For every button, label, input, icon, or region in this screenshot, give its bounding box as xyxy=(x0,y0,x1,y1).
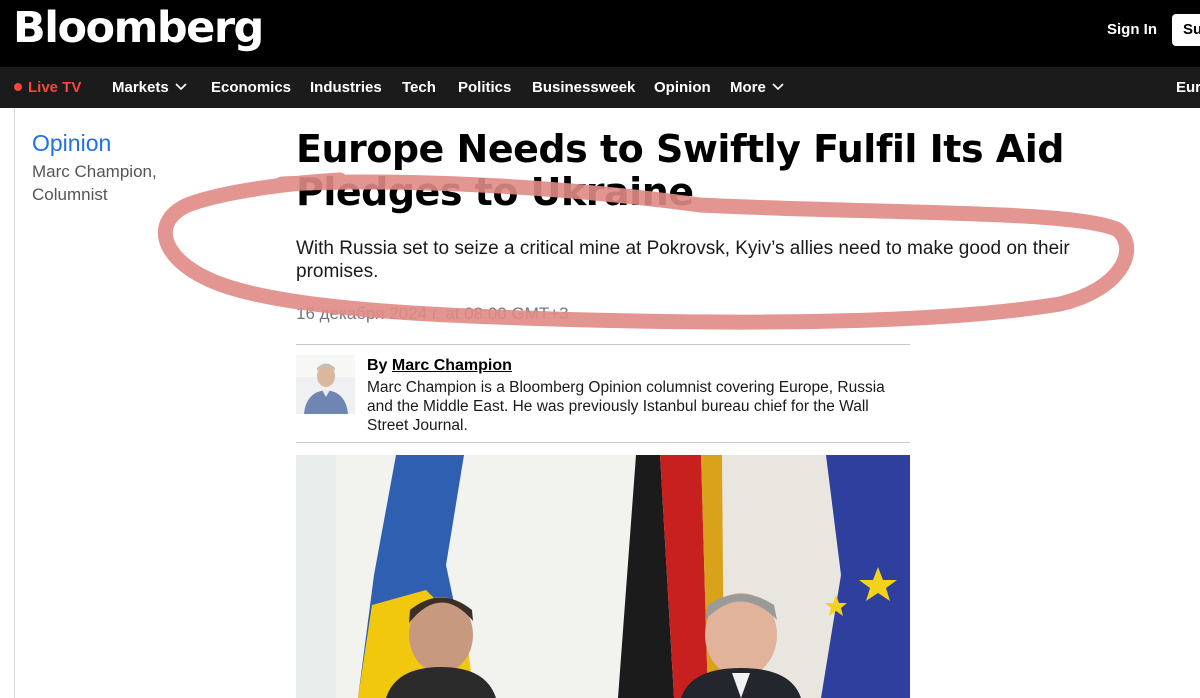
left-divider xyxy=(14,108,15,698)
bloomberg-logo[interactable]: Bloomberg xyxy=(13,2,264,54)
masthead: Bloomberg Sign In Su xyxy=(0,0,1200,67)
nav-live-tv-label: Live TV xyxy=(28,79,82,96)
nav-edition[interactable]: Eur xyxy=(1176,67,1200,108)
nav-more-label: More xyxy=(730,79,766,96)
chevron-down-icon xyxy=(175,83,187,91)
divider-bottom xyxy=(296,442,910,443)
nav-opinion[interactable]: Opinion xyxy=(654,67,711,108)
chevron-down-icon xyxy=(772,83,784,91)
nav-live-tv[interactable]: Live TV xyxy=(14,67,81,108)
author-by-label: By xyxy=(367,357,388,374)
divider-top xyxy=(296,344,910,345)
author-avatar[interactable] xyxy=(296,355,355,414)
article-headline: Europe Needs to Swiftly Fulfil Its Aid P… xyxy=(296,127,1064,214)
nav-businessweek[interactable]: Businessweek xyxy=(532,67,635,108)
article-dek: With Russia set to seize a critical mine… xyxy=(296,238,1070,282)
live-dot-icon xyxy=(14,83,22,91)
nav-markets-label: Markets xyxy=(112,79,169,96)
hero-photo-illustration xyxy=(296,455,910,698)
subscribe-button[interactable]: Su xyxy=(1172,14,1200,46)
author-name-link[interactable]: Marc Champion xyxy=(392,357,512,374)
article-hero-image xyxy=(296,455,910,698)
section-opinion-link[interactable]: Opinion xyxy=(32,129,111,157)
sidebar-byline: Marc Champion, Columnist xyxy=(32,160,202,206)
author-byline: By Marc Champion xyxy=(367,356,512,376)
author-portrait-image xyxy=(296,355,355,414)
article-timestamp: 16 декабря 2024 г. at 08:00 GMT+3 xyxy=(296,304,569,323)
sign-in-link[interactable]: Sign In xyxy=(1107,20,1157,40)
nav-markets[interactable]: Markets xyxy=(112,67,187,108)
nav-economics[interactable]: Economics xyxy=(211,67,291,108)
main-nav: Live TV Markets Economics Industries Tec… xyxy=(0,67,1200,108)
author-bio: Marc Champion is a Bloomberg Opinion col… xyxy=(367,379,885,434)
nav-politics[interactable]: Politics xyxy=(458,67,511,108)
nav-industries[interactable]: Industries xyxy=(310,67,382,108)
nav-tech[interactable]: Tech xyxy=(402,67,436,108)
nav-more[interactable]: More xyxy=(730,67,784,108)
sidebar-author-role: Columnist xyxy=(32,185,108,204)
sidebar-author-name: Marc Champion, xyxy=(32,162,157,181)
